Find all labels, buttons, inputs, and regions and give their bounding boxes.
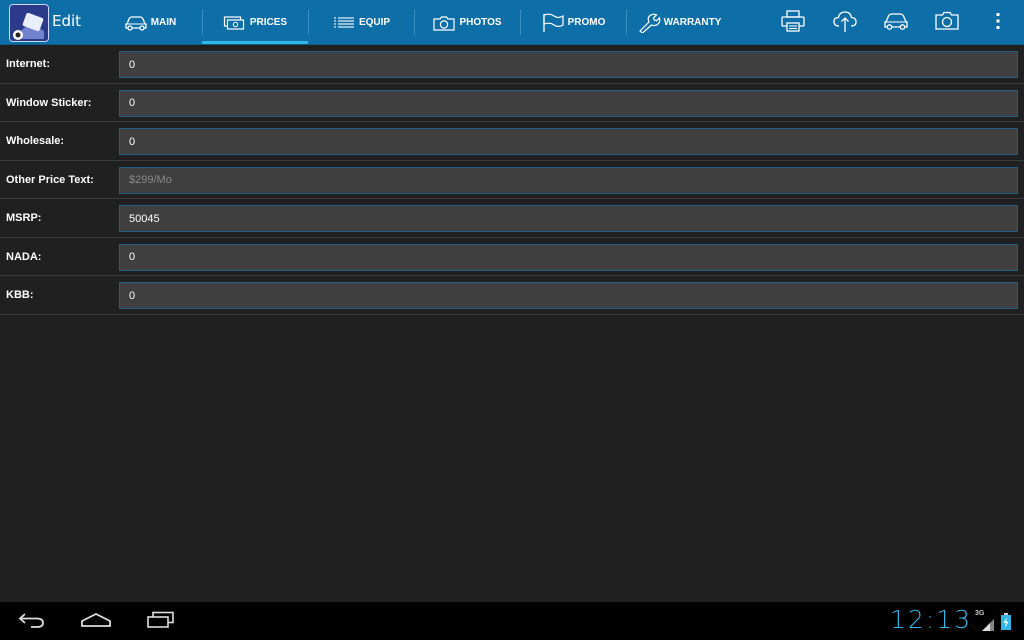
tab-main[interactable]: MAIN <box>98 0 202 45</box>
flag-icon <box>541 13 565 33</box>
app-window: Edit MAIN PRICES EQUIP PHOTOS PROMO WARR… <box>0 0 1024 640</box>
tab-label: PROMO <box>567 17 606 28</box>
form-row-kbb: KBB: <box>0 276 1024 315</box>
field-label: Wholesale: <box>6 135 65 147</box>
tab-label: MAIN <box>150 17 177 28</box>
print-button[interactable] <box>778 8 808 38</box>
wholesale-price-input[interactable] <box>119 128 1018 155</box>
battery-icon <box>1000 613 1012 635</box>
window-sticker-input[interactable] <box>119 89 1018 117</box>
prices-form: Internet: Window Sticker: Wholesale: Oth… <box>0 45 1024 315</box>
wrench-icon <box>637 13 661 33</box>
back-icon <box>17 611 47 633</box>
overflow-menu-icon <box>995 11 1001 35</box>
field-label: MSRP: <box>6 212 42 224</box>
car-icon <box>883 11 909 35</box>
tab-label: PHOTOS <box>459 17 502 28</box>
app-logo-icon[interactable] <box>9 4 49 42</box>
printer-icon <box>780 9 806 37</box>
car-icon <box>124 15 148 31</box>
camera-icon <box>934 10 960 36</box>
field-label: Window Sticker: <box>6 96 92 109</box>
field-label: KBB: <box>6 289 34 301</box>
vehicle-button[interactable] <box>881 8 911 38</box>
form-row-window-sticker: Window Sticker: <box>0 84 1024 122</box>
system-nav-bar: 12:13 3G <box>0 602 1024 640</box>
money-icon <box>223 15 247 31</box>
recent-apps-icon <box>145 611 175 633</box>
signal-icon <box>981 617 995 636</box>
upload-button[interactable] <box>830 8 860 38</box>
form-row-msrp: MSRP: <box>0 199 1024 238</box>
page-title: Edit <box>52 12 82 30</box>
home-icon <box>79 611 113 633</box>
form-row-nada: NADA: <box>0 238 1024 276</box>
camera-button[interactable] <box>932 8 962 38</box>
tab-label: EQUIP <box>358 17 391 28</box>
form-row-internet: Internet: <box>0 45 1024 84</box>
form-row-wholesale: Wholesale: <box>0 122 1024 161</box>
camera-icon <box>432 15 456 31</box>
tab-photos[interactable]: PHOTOS <box>414 0 520 45</box>
field-label: Other Price Text: <box>6 173 94 186</box>
tab-prices[interactable]: PRICES <box>202 0 308 45</box>
overflow-menu-button[interactable] <box>983 8 1013 38</box>
kbb-input[interactable] <box>119 282 1018 309</box>
form-row-other-price-text: Other Price Text: <box>0 161 1024 199</box>
tab-warranty[interactable]: WARRANTY <box>626 0 732 45</box>
internet-price-input[interactable] <box>119 51 1018 78</box>
tab-label: WARRANTY <box>663 17 722 28</box>
network-type: 3G <box>975 610 985 617</box>
home-button[interactable] <box>76 610 116 634</box>
tab-label: PRICES <box>249 17 288 28</box>
status-clock: 12:13 <box>890 605 973 634</box>
field-label: Internet: <box>6 58 50 70</box>
nada-input[interactable] <box>119 243 1018 271</box>
tab-promo[interactable]: PROMO <box>520 0 626 45</box>
back-button[interactable] <box>12 610 52 634</box>
field-label: NADA: <box>6 250 42 263</box>
other-price-text-input[interactable] <box>119 166 1018 194</box>
tab-equip[interactable]: EQUIP <box>308 0 414 45</box>
recent-apps-button[interactable] <box>140 610 180 634</box>
cloud-upload-icon <box>832 9 858 37</box>
list-icon <box>332 15 356 31</box>
action-bar: Edit MAIN PRICES EQUIP PHOTOS PROMO WARR… <box>0 0 1024 45</box>
msrp-input[interactable] <box>119 205 1018 232</box>
